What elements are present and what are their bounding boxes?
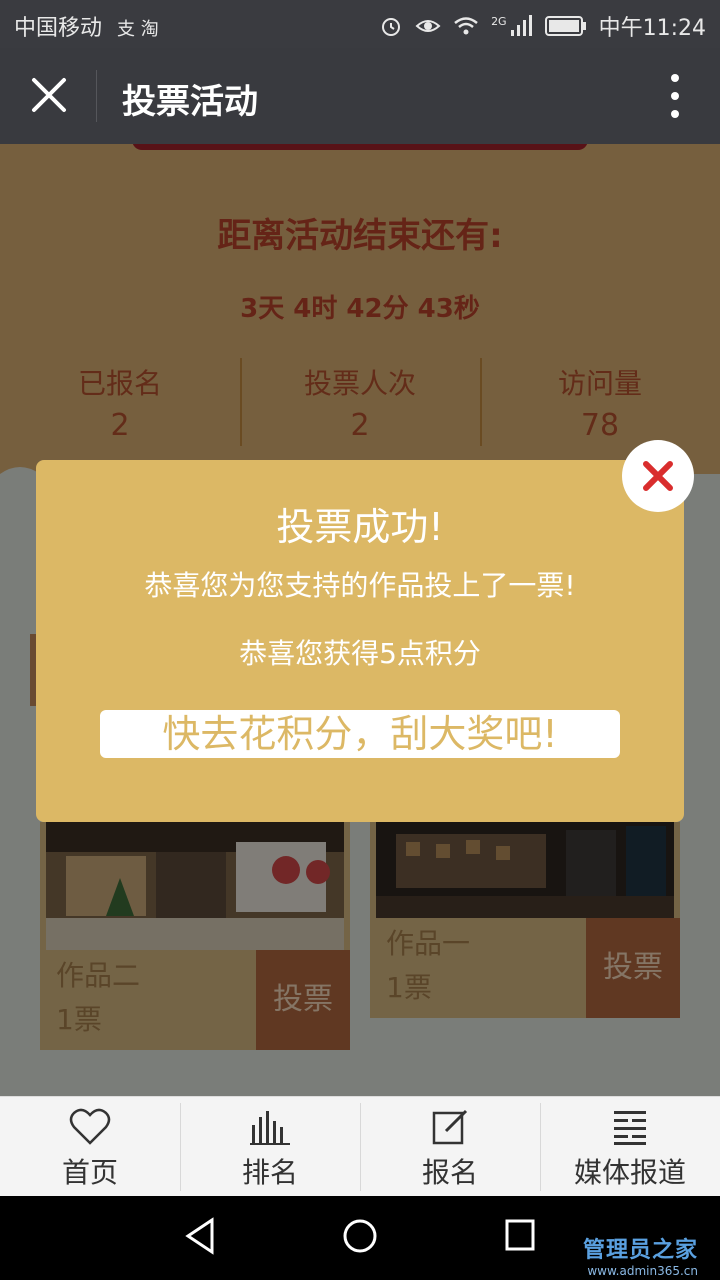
close-icon — [643, 461, 673, 491]
carrier-label: 中国移动 — [14, 16, 103, 41]
eye-icon — [415, 20, 441, 32]
tab-label: 首页 — [61, 1156, 118, 1189]
back-icon[interactable] — [182, 1216, 218, 1256]
watermark-url: www.admin365.cn — [587, 1264, 698, 1278]
recent-apps-icon[interactable] — [504, 1218, 536, 1252]
tab-media[interactable]: 媒体报道 — [540, 1097, 720, 1197]
tab-label: 媒体报道 — [573, 1156, 686, 1189]
modal-title: 投票成功! — [276, 505, 444, 549]
modal-message: 恭喜您为您支持的作品投上了一票! — [144, 569, 576, 602]
modal-points-message: 恭喜您获得5点积分 — [239, 637, 481, 670]
alarm-icon — [382, 18, 401, 36]
status-left: 中国移动 支 淘 — [14, 10, 159, 42]
news-icon — [614, 1111, 646, 1145]
tab-signup[interactable]: 报名 — [360, 1097, 540, 1197]
vote-success-modal: 投票成功! 恭喜您为您支持的作品投上了一票! 恭喜您获得5点积分 快去花积分，刮… — [36, 460, 684, 822]
clock: 中午11:24 — [598, 16, 706, 41]
home-icon[interactable] — [342, 1216, 378, 1256]
title-bar: 投票活动 — [0, 48, 720, 144]
more-menu-icon[interactable] — [670, 74, 680, 118]
wifi-icon — [454, 17, 478, 35]
modal-close-button[interactable] — [622, 440, 694, 512]
network-type: 2G — [491, 14, 507, 28]
battery-icon — [544, 16, 586, 36]
tab-ranking[interactable]: 排名 — [180, 1097, 360, 1197]
heart-icon — [69, 1108, 111, 1145]
edit-icon — [432, 1109, 468, 1145]
bottom-tab-bar: 首页 排名 报名 媒体报道 — [0, 1096, 720, 1197]
status-right: 2G 中午11:24 — [379, 10, 706, 42]
system-nav-bar: 管理员之家 www.admin365.cn — [0, 1196, 720, 1280]
tab-home[interactable]: 首页 — [0, 1097, 180, 1197]
page-title: 投票活动 — [122, 82, 258, 122]
tab-label: 报名 — [421, 1156, 478, 1189]
signal-icon — [510, 15, 532, 36]
close-icon[interactable] — [26, 72, 72, 118]
watermark-title: 管理员之家 — [582, 1238, 698, 1263]
scratch-prize-button[interactable]: 快去花积分，刮大奖吧! — [100, 710, 620, 758]
app-notification-icons: 支 淘 — [117, 19, 159, 40]
status-bar: 中国移动 支 淘 2G 中午11:24 — [0, 0, 720, 48]
title-divider — [96, 70, 97, 122]
bar-chart-icon — [250, 1111, 290, 1145]
tab-label: 排名 — [241, 1156, 298, 1189]
watermark: 管理员之家 www.admin365.cn — [583, 1232, 698, 1278]
